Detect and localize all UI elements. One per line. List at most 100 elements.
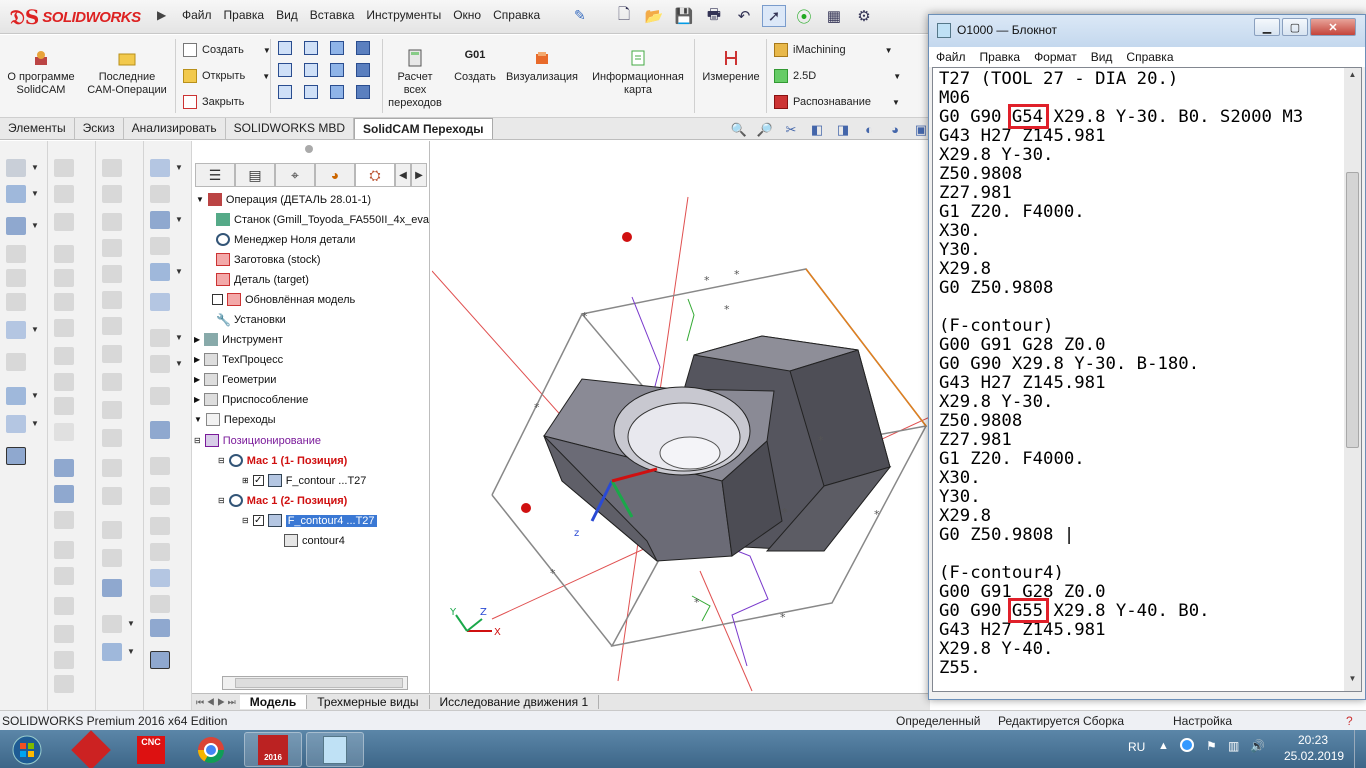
- gcode-line[interactable]: G43 H27 Z145.981: [939, 374, 1303, 393]
- gcode-line[interactable]: (F-contour): [939, 317, 1303, 336]
- clock-time[interactable]: 20:23: [1298, 733, 1328, 747]
- print-icon[interactable]: 🖶: [702, 5, 726, 27]
- op-icon-6[interactable]: [304, 63, 318, 77]
- tab-mbd[interactable]: SOLIDWORKS MBD: [226, 118, 354, 139]
- tool-icon-2[interactable]: [6, 185, 26, 203]
- open-button[interactable]: Открыть ▼: [183, 69, 270, 83]
- op-icon-8[interactable]: [356, 63, 370, 77]
- tool-icon-41[interactable]: [102, 401, 122, 419]
- scroll-thumb[interactable]: [1346, 172, 1359, 448]
- tool-icon-13[interactable]: [54, 185, 74, 203]
- gcode-line[interactable]: Y30.: [939, 488, 1303, 507]
- tab-motion-study[interactable]: Исследование движения 1: [430, 695, 600, 709]
- tool-icon-39[interactable]: [102, 345, 122, 363]
- zoom-area-icon[interactable]: 🔎: [756, 122, 774, 138]
- tool-icon-55[interactable]: [150, 329, 170, 347]
- tree-target[interactable]: Деталь (target): [216, 273, 309, 286]
- gcode-line[interactable]: [939, 545, 1303, 564]
- tool-icon-56[interactable]: [150, 355, 170, 373]
- tool-icon-58[interactable]: [150, 421, 170, 439]
- gcode-line[interactable]: G00 G91 G28 Z0.0: [939, 583, 1303, 602]
- tree-updated-model[interactable]: Обновлённая модель: [212, 293, 355, 306]
- tool-icon-25[interactable]: [54, 511, 74, 529]
- op-icon-9[interactable]: [278, 85, 292, 99]
- menu-view[interactable]: Вид: [270, 8, 304, 22]
- tool-icon-59[interactable]: [150, 457, 170, 475]
- tool-icon-30[interactable]: [54, 651, 74, 669]
- tree-operation[interactable]: ▼ Операция (ДЕТАЛЬ 28.01-1): [196, 193, 371, 206]
- op-icon-10[interactable]: [304, 85, 318, 99]
- tool-icon-3[interactable]: [6, 217, 26, 235]
- tool-icon-64[interactable]: [150, 595, 170, 613]
- np-menu-edit[interactable]: Правка: [973, 50, 1028, 64]
- tool-icon-52[interactable]: [150, 237, 170, 255]
- tool-icon-48[interactable]: [102, 615, 122, 633]
- gcode-line[interactable]: Z27.981: [939, 431, 1303, 450]
- rebuild-icon[interactable]: ▦: [822, 5, 846, 27]
- visualize-button[interactable]: Визуализация: [502, 49, 582, 84]
- tab-sketch[interactable]: Эскиз: [75, 118, 124, 139]
- gcode-line[interactable]: G0 Z50.9808 |: [939, 526, 1303, 545]
- notepad-titlebar[interactable]: O1000 — Блокнот ▁ ▢ ✕: [929, 15, 1365, 47]
- tool-icon-40[interactable]: [102, 373, 122, 391]
- tool-icon-20[interactable]: [54, 373, 74, 391]
- op-icon-4[interactable]: [356, 41, 370, 55]
- tool-icon-57[interactable]: [150, 387, 170, 405]
- tab-model[interactable]: Модель: [239, 695, 308, 709]
- create-button[interactable]: Создать ▼: [183, 43, 271, 57]
- tree-geometries[interactable]: ▶ Геометрии: [194, 373, 276, 386]
- tool-icon-17[interactable]: [54, 293, 74, 311]
- paperclip-icon[interactable]: [150, 185, 170, 203]
- tree-fixture[interactable]: ▶ Приспособление: [194, 393, 308, 406]
- gcode-line[interactable]: [939, 298, 1303, 317]
- 2-5d-button[interactable]: 2.5D ▼: [774, 69, 901, 83]
- tool-icon-46[interactable]: [102, 549, 122, 567]
- help-icon[interactable]: ?: [1346, 714, 1353, 728]
- tool-icon-61[interactable]: [150, 517, 170, 535]
- fcontour4-checkbox[interactable]: ✓: [252, 515, 264, 526]
- tree-mac1-position1[interactable]: ⊟ Мас 1 (1- Позиция): [218, 454, 347, 467]
- menu-expand-icon[interactable]: ▶: [157, 8, 166, 22]
- tool-icon-21[interactable]: [54, 397, 74, 415]
- 3d-model-view[interactable]: * * * * * * * * * * * z X Y Z: [431, 141, 933, 694]
- first-tab-icon[interactable]: ⏮ ◀ ▶ ⏭: [192, 697, 240, 708]
- tool-icon-29[interactable]: [54, 625, 74, 643]
- tool-icon-1[interactable]: [6, 159, 26, 177]
- gcode-line[interactable]: G0 G90 G54 X29.8 Y-30. B0. S2000 M3: [939, 108, 1303, 127]
- gcode-line[interactable]: X29.8: [939, 507, 1303, 526]
- gcode-line[interactable]: G43 H27 Z145.981: [939, 621, 1303, 640]
- tool-icon-11[interactable]: [6, 447, 26, 465]
- traffic-light-icon[interactable]: ⦿: [792, 5, 816, 27]
- tool-icon-14[interactable]: [54, 213, 74, 231]
- undo-icon[interactable]: ↶: [732, 5, 756, 27]
- tab-features[interactable]: Элементы: [0, 118, 75, 139]
- tool-icon-10[interactable]: [6, 415, 26, 433]
- updated-model-checkbox[interactable]: [212, 294, 223, 305]
- info-card-button[interactable]: Информационная карта: [586, 49, 690, 97]
- tree-setups[interactable]: 🔧 Установки: [216, 313, 286, 327]
- tool-icon-60[interactable]: [150, 487, 170, 505]
- tab-3d-views[interactable]: Трехмерные виды: [307, 695, 430, 709]
- section-view-icon[interactable]: ✂: [782, 122, 800, 138]
- gcode-line[interactable]: Y30.: [939, 241, 1303, 260]
- tool-icon-66[interactable]: [150, 651, 170, 669]
- taskbar-chrome[interactable]: [182, 732, 240, 767]
- close-button[interactable]: ✕: [1310, 18, 1356, 36]
- volume-icon[interactable]: 🔊: [1250, 739, 1265, 753]
- tool-icon-49[interactable]: [102, 643, 122, 661]
- tool-icon-4[interactable]: [6, 245, 26, 263]
- gcode-line[interactable]: G43 H27 Z145.981: [939, 127, 1303, 146]
- property-tab[interactable]: ▤: [235, 163, 275, 187]
- tray-app-icon[interactable]: [1180, 738, 1194, 752]
- tab-solidcam-operations[interactable]: SolidCAM Переходы: [354, 118, 493, 139]
- options-gear-icon[interactable]: ⚙: [852, 5, 876, 27]
- notepad-vertical-scrollbar[interactable]: ▲ ▼: [1344, 68, 1361, 691]
- np-menu-file[interactable]: Файл: [929, 50, 973, 64]
- gcode-line[interactable]: (F-contour4): [939, 564, 1303, 583]
- recognize-button[interactable]: Распознавание ▼: [774, 95, 900, 109]
- tab-evaluate[interactable]: Анализировать: [124, 118, 226, 139]
- tool-icon-19[interactable]: [54, 347, 74, 365]
- gcode-line[interactable]: X30.: [939, 469, 1303, 488]
- start-button[interactable]: [2, 732, 52, 767]
- op-icon-12[interactable]: [356, 85, 370, 99]
